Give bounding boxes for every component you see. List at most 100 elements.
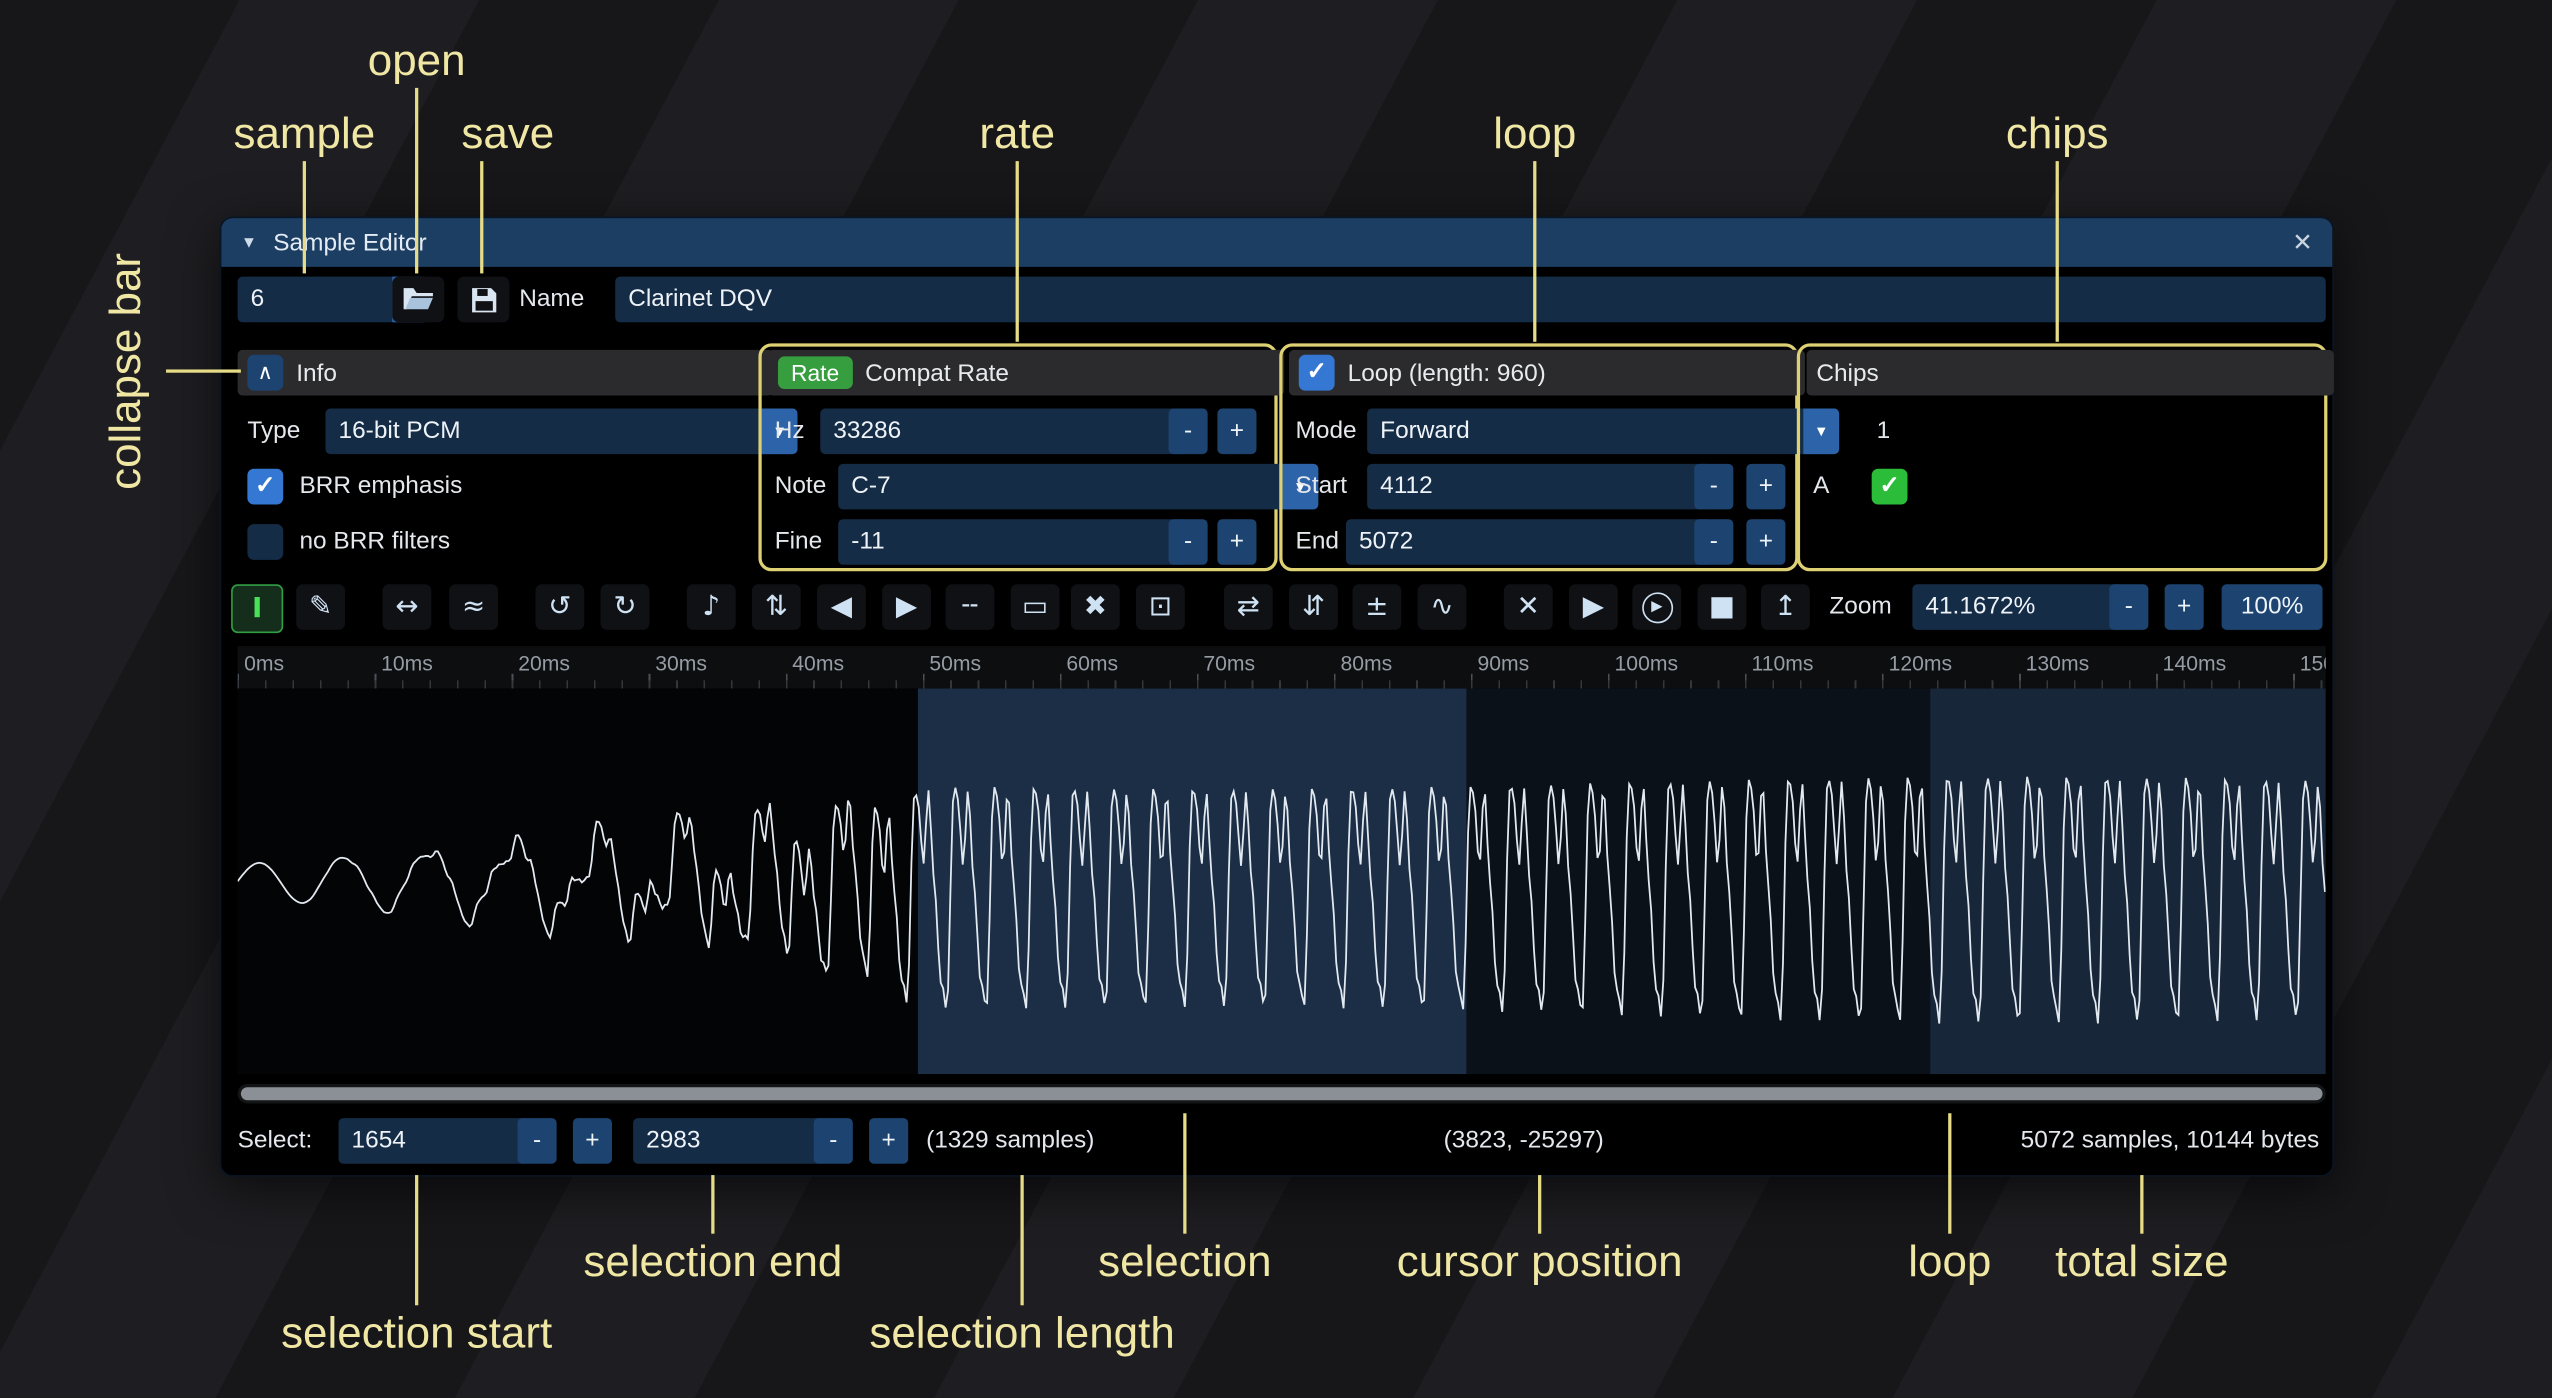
redo-button[interactable]: ↻ [601, 584, 650, 630]
chips-header-label: Chips [1816, 359, 1878, 387]
no-brr-filters-checkbox[interactable]: ✓ [247, 524, 283, 560]
edit-mode-select-button[interactable]: I [231, 584, 283, 633]
hz-minus-button[interactable]: - [1169, 409, 1208, 455]
selection-end-plus-button[interactable]: + [869, 1118, 908, 1164]
edit-mode-draw-button[interactable]: ✎ [296, 584, 345, 630]
preview-loop-button[interactable]: ▶ [1632, 584, 1681, 630]
check-icon: ✓ [1306, 358, 1326, 386]
scrollbar-thumb[interactable] [241, 1087, 2323, 1100]
timeline-label: 30ms [655, 651, 707, 675]
create-instrument-button[interactable]: ↥ [1761, 584, 1810, 630]
chip-enable-checkbox[interactable]: ✓ [1872, 469, 1908, 505]
timeline-label: 90ms [1477, 651, 1529, 675]
timeline-label: 50ms [929, 651, 981, 675]
selection-start-input[interactable]: 1654 [339, 1118, 528, 1164]
apply-filter-button[interactable]: ∿ [1418, 584, 1467, 630]
fade-out-icon: ▶ [896, 591, 917, 624]
chevron-down-icon[interactable]: ▼ [1803, 409, 1839, 455]
preview-button[interactable]: ▶ [1569, 584, 1618, 630]
loop-header-label: Loop (length: 960) [1348, 359, 1546, 387]
window-collapse-icon[interactable]: ▼ [241, 234, 257, 252]
apply-silence-icon: ▭ [1022, 591, 1048, 624]
fine-minus-button[interactable]: - [1169, 519, 1208, 565]
invert-icon: ⇵ [1302, 591, 1325, 624]
zoom-in-button[interactable]: + [2165, 584, 2204, 630]
loop-end-plus-button[interactable]: + [1746, 519, 1785, 565]
pencil-icon: ✎ [309, 591, 332, 624]
loop-end-input[interactable]: 5072 [1346, 519, 1712, 565]
brr-emphasis-checkbox[interactable]: ✓ [247, 469, 283, 505]
undo-button[interactable]: ↺ [535, 584, 584, 630]
invert-button[interactable]: ⇵ [1289, 584, 1338, 630]
annotation-line-selection-end [711, 1175, 714, 1234]
loop-enable-checkbox[interactable]: ✓ [1299, 355, 1335, 391]
loop-end-minus-button[interactable]: - [1694, 519, 1733, 565]
annotation-sample: sample [207, 109, 402, 159]
desktop-background: ▼ Sample Editor ✕ 6 ▼ Name Clarinet DQV [0, 0, 2552, 1398]
status-row: Select: 1654 - + 2983 - + (1329 samples)… [238, 1118, 2326, 1164]
zoom-out-button[interactable]: - [2109, 584, 2148, 630]
info-section-header[interactable]: ∧ Info [238, 350, 773, 396]
resample-icon: ≈ [462, 591, 485, 624]
selection-end-input[interactable]: 2983 [633, 1118, 822, 1164]
fade-in-button[interactable]: ◀ [817, 584, 866, 630]
name-input[interactable]: Clarinet DQV [615, 277, 2326, 323]
collapse-section-button[interactable]: ∧ [247, 355, 283, 391]
annotation-line-open [415, 88, 418, 274]
sign-invert-button[interactable]: ± [1352, 584, 1401, 630]
note-combo[interactable]: C-7 ▼ [838, 464, 1318, 510]
resize-button[interactable]: ↔ [382, 584, 431, 630]
selection-start-minus-button[interactable]: - [518, 1118, 557, 1164]
loop-start-input[interactable]: 4112 [1367, 464, 1712, 510]
annotation-selection-end: selection end [550, 1237, 876, 1287]
loop-mode-value: Forward [1380, 417, 1470, 445]
waveform-scrollbar[interactable] [238, 1084, 2326, 1104]
window-titlebar[interactable]: ▼ Sample Editor ✕ [221, 218, 2332, 267]
open-button[interactable] [392, 277, 444, 323]
annotation-selection: selection [1063, 1237, 1307, 1287]
stop-preview-button[interactable]: ■ [1698, 584, 1747, 630]
fine-input[interactable]: -11 [838, 519, 1188, 565]
chip-column-header: 1 [1877, 409, 1891, 455]
annotation-line-sample [303, 161, 306, 273]
waveform-view[interactable] [238, 688, 2326, 1074]
timeline-label: 70ms [1203, 651, 1255, 675]
timeline-label: 60ms [1066, 651, 1118, 675]
rate-badge-button[interactable]: Rate [778, 356, 852, 389]
amplify-button[interactable]: ♪ [687, 584, 736, 630]
hz-plus-button[interactable]: + [1217, 409, 1256, 455]
zoom-label: Zoom [1829, 584, 1891, 630]
timeline-label: 110ms [1752, 651, 1814, 675]
apply-silence-button[interactable]: ▭ [1011, 584, 1060, 630]
loop-start-minus-button[interactable]: - [1694, 464, 1733, 510]
zoom-reset-button[interactable]: 100% [2222, 584, 2323, 630]
save-button[interactable] [457, 277, 509, 323]
sample-type-combo[interactable]: 16-bit PCM ▼ [326, 409, 798, 455]
annotation-line-collapse-bar [166, 369, 241, 372]
insert-silence-button[interactable]: ╌ [946, 584, 995, 630]
trim-button[interactable]: ⊡ [1136, 584, 1185, 630]
fine-plus-button[interactable]: + [1217, 519, 1256, 565]
annotation-line-selection-length [1020, 1175, 1023, 1305]
annotation-chips: chips [1976, 109, 2139, 159]
type-label: Type [247, 409, 300, 455]
reverse-button[interactable]: ⇄ [1224, 584, 1273, 630]
zoom-input[interactable]: 41.1672% [1912, 584, 2124, 630]
timeline-label: 140ms [2163, 651, 2227, 675]
delete-button[interactable]: ✖ [1071, 584, 1120, 630]
fade-out-button[interactable]: ▶ [882, 584, 931, 630]
hz-input[interactable]: 33286 [820, 409, 1188, 455]
crossfade-loop-button[interactable]: ✕ [1504, 584, 1553, 630]
selection-end-minus-button[interactable]: - [814, 1118, 853, 1164]
timeline-label: 150ms [2300, 651, 2326, 675]
loop-start-plus-button[interactable]: + [1746, 464, 1785, 510]
resample-button[interactable]: ≈ [449, 584, 498, 630]
normalize-button[interactable]: ⇅ [752, 584, 801, 630]
loop-mode-combo[interactable]: Forward ▼ [1367, 409, 1839, 455]
selection-start-plus-button[interactable]: + [573, 1118, 612, 1164]
close-icon[interactable]: ✕ [2292, 228, 2312, 257]
annotation-collapse-bar: collapse bar [101, 208, 173, 534]
annotation-line-loop-bottom [1948, 1113, 1951, 1233]
total-size-text: 5072 samples, 10144 bytes [2021, 1118, 2320, 1164]
play-icon: ▶ [1583, 591, 1604, 624]
